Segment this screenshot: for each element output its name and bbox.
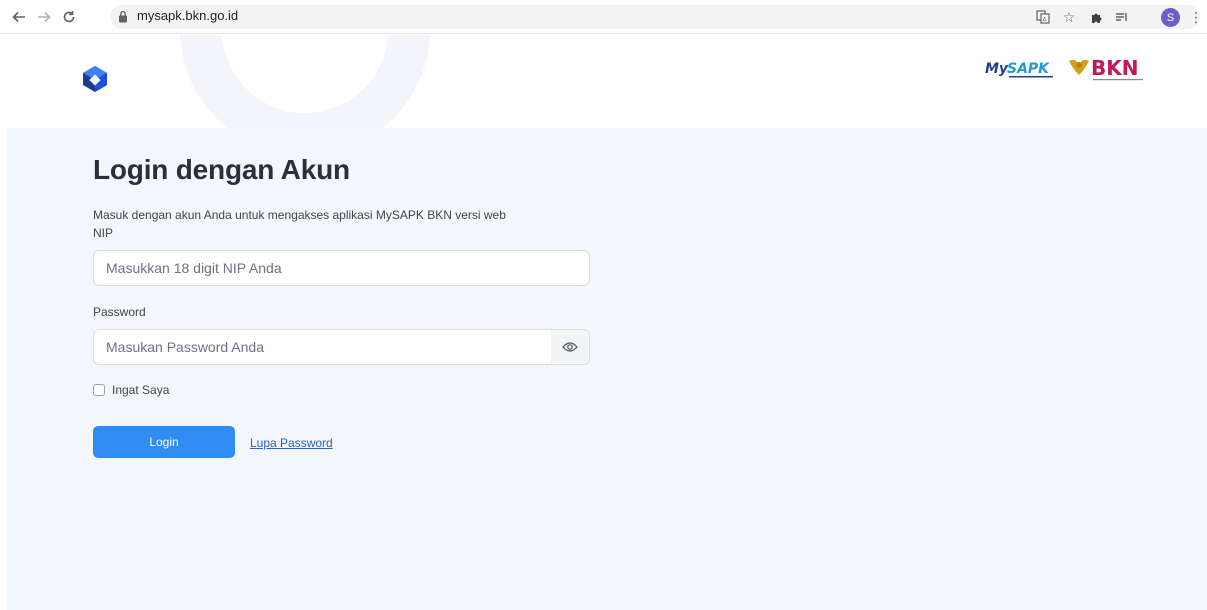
app-logo-icon[interactable] — [82, 65, 108, 93]
reading-list-icon[interactable] — [1111, 6, 1133, 28]
login-button[interactable]: Login — [93, 426, 235, 458]
login-subtitle: Masuk dengan akun Anda untuk mengakses a… — [93, 208, 506, 222]
svg-text:My: My — [985, 61, 1009, 77]
translate-icon[interactable]: A — [1032, 6, 1054, 28]
bookmark-star-icon[interactable]: ☆ — [1058, 6, 1080, 28]
remember-me: Ingat Saya — [93, 383, 169, 397]
forward-arrow-icon[interactable] — [33, 6, 55, 28]
page: My SAPK BKN Login dengan Akun Masuk deng… — [0, 35, 1207, 610]
svg-text:BKN: BKN — [1091, 56, 1138, 80]
password-label: Password — [93, 305, 146, 319]
eye-icon — [562, 342, 578, 352]
extensions-icon[interactable] — [1086, 6, 1108, 28]
svg-text:SAPK: SAPK — [1007, 61, 1050, 77]
show-password-button[interactable] — [551, 329, 590, 365]
nip-label: NIP — [93, 226, 114, 240]
remember-checkbox[interactable] — [93, 384, 105, 396]
more-menu-icon[interactable]: ⋮ — [1185, 6, 1207, 28]
profile-avatar[interactable]: S — [1161, 8, 1180, 27]
bkn-logo: BKN — [1069, 56, 1143, 81]
password-input[interactable]: Masukan Password Anda — [93, 329, 553, 365]
page-title: Login dengan Akun — [93, 154, 350, 185]
login-panel: Login dengan Akun Masuk dengan akun Anda… — [7, 128, 1207, 610]
browser-toolbar: mysapk.bkn.go.id A ☆ S ⋮ — [0, 0, 1207, 34]
forgot-password-link[interactable]: Lupa Password — [250, 436, 333, 450]
reload-icon[interactable] — [58, 6, 80, 28]
back-arrow-icon[interactable] — [8, 6, 30, 28]
nip-input[interactable]: Masukkan 18 digit NIP Anda — [93, 250, 590, 286]
lock-icon — [119, 10, 127, 23]
url-text: mysapk.bkn.go.id — [137, 8, 239, 23]
site-header: My SAPK BKN — [0, 35, 1207, 155]
mysapk-logo: My SAPK — [985, 61, 1053, 78]
remember-label[interactable]: Ingat Saya — [112, 383, 169, 397]
